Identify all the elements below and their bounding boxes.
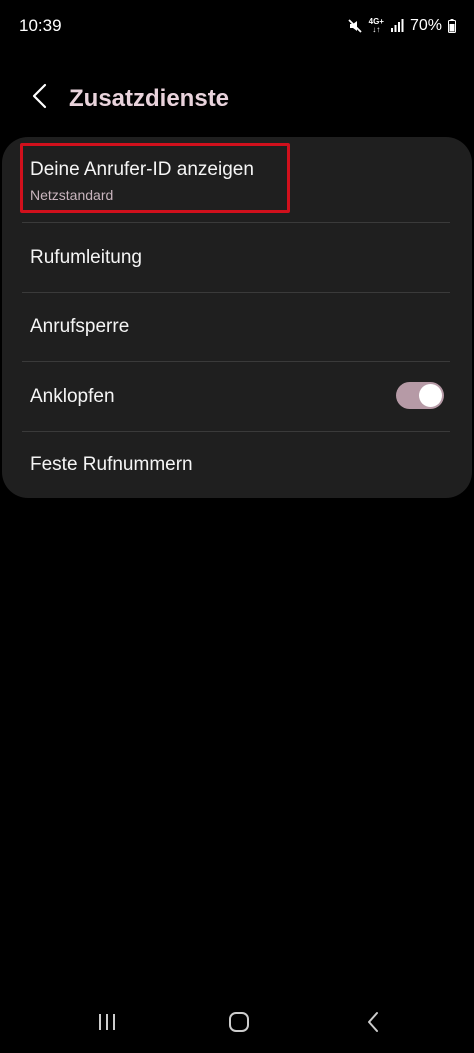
page-title: Zusatzdienste (69, 85, 230, 112)
chevron-left-icon (31, 83, 49, 114)
toggle-knob (419, 384, 442, 407)
status-icons: 4G+ ↓↑ 70% (347, 14, 456, 38)
back-icon (366, 1011, 380, 1038)
nav-back-button[interactable] (358, 1009, 388, 1039)
signal-icon (390, 19, 404, 33)
header: Zusatzdienste (0, 76, 474, 122)
setting-call-forwarding[interactable]: Rufumleitung (2, 223, 472, 292)
setting-call-barring[interactable]: Anrufsperre (2, 293, 472, 361)
home-icon (228, 1011, 250, 1038)
recent-apps-button[interactable] (92, 1009, 122, 1039)
status-bar: 10:39 4G+ ↓↑ 70% (0, 0, 474, 52)
settings-card: Deine Anrufer-ID anzeigen Netzstandard R… (2, 137, 472, 498)
setting-call-forwarding-label: Rufumleitung (30, 247, 142, 268)
setting-fixed-dialing[interactable]: Feste Rufnummern (2, 432, 472, 498)
mute-icon (347, 18, 363, 34)
setting-fixed-dialing-label: Feste Rufnummern (30, 454, 193, 475)
battery-icon (448, 19, 456, 33)
setting-call-waiting-label: Anklopfen (30, 386, 115, 407)
navigation-bar (0, 995, 474, 1053)
setting-call-barring-label: Anrufsperre (30, 316, 130, 337)
battery-percent: 70% (409, 17, 442, 34)
recent-apps-icon (96, 1012, 118, 1037)
network-type: 4G+ ↓↑ (369, 18, 384, 34)
back-button[interactable] (24, 82, 56, 114)
setting-caller-id[interactable]: Deine Anrufer-ID anzeigen Netzstandard (2, 137, 472, 221)
home-button[interactable] (224, 1009, 254, 1039)
network-activity: ↓↑ (372, 25, 381, 34)
status-time: 10:39 (19, 16, 62, 35)
highlight-box (20, 143, 290, 213)
call-waiting-toggle[interactable] (396, 382, 444, 409)
